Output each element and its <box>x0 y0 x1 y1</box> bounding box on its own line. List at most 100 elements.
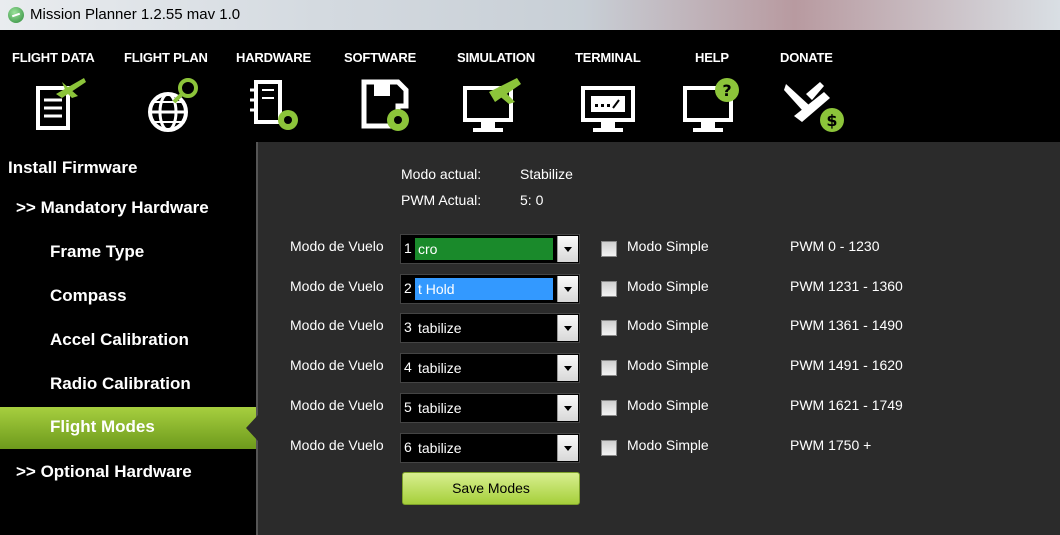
flight-mode-number: 4 <box>404 359 412 375</box>
menu-label: SIMULATION <box>457 50 535 65</box>
sidebar-item-label: >> Mandatory Hardware <box>16 198 209 217</box>
simple-mode-label: Modo Simple <box>627 437 709 453</box>
flight-mode-2-select[interactable]: 2 t Hold <box>400 274 580 304</box>
simple-mode-3-checkbox[interactable] <box>601 320 617 336</box>
sidebar-item-label: Radio Calibration <box>50 374 191 393</box>
chevron-down-icon[interactable] <box>557 315 578 341</box>
simple-mode-label: Modo Simple <box>627 317 709 333</box>
sidebar-item-label: Compass <box>50 286 127 305</box>
sidebar-item-mandatory-hardware[interactable]: >> Mandatory Hardware <box>0 188 256 230</box>
menu-hardware[interactable]: HARDWARE <box>236 30 336 142</box>
simple-mode-4-checkbox[interactable] <box>601 360 617 376</box>
main-menu: FLIGHT DATA FLIGHT PLAN HARDWARE SOFTWAR… <box>0 30 1060 142</box>
simple-mode-label: Modo Simple <box>627 357 709 373</box>
monitor-question-icon: ? <box>683 78 739 132</box>
chevron-down-icon[interactable] <box>557 435 578 461</box>
sidebar-item-label: >> Optional Hardware <box>16 462 192 481</box>
flight-mode-row-4: Modo de Vuelo 4 tabilize Modo Simple PWM… <box>258 351 1060 385</box>
flight-mode-row-6: Modo de Vuelo 6 tabilize Modo Simple PWM… <box>258 431 1060 465</box>
flight-mode-row-5: Modo de Vuelo 5 tabilize Modo Simple PWM… <box>258 391 1060 425</box>
svg-text:$: $ <box>826 111 837 130</box>
menu-flight-plan[interactable]: FLIGHT PLAN <box>124 30 224 142</box>
menu-label: FLIGHT PLAN <box>124 50 208 65</box>
current-pwm-value: 5: 0 <box>520 192 544 208</box>
flight-mode-row-3: Modo de Vuelo 3 tabilize Modo Simple PWM… <box>258 311 1060 345</box>
menu-label: HARDWARE <box>236 50 311 65</box>
flight-mode-label: Modo de Vuelo <box>290 397 384 413</box>
sidebar-item-label: Frame Type <box>50 242 145 261</box>
menu-label: FLIGHT DATA <box>12 50 95 65</box>
current-mode-value: Stabilize <box>520 166 573 182</box>
menu-label: TERMINAL <box>575 50 641 65</box>
menu-terminal[interactable]: TERMINAL <box>575 30 675 142</box>
simple-mode-label: Modo Simple <box>627 238 709 254</box>
flight-mode-6-value: tabilize <box>418 440 462 456</box>
menu-label: SOFTWARE <box>344 50 417 65</box>
sidebar-item-label: Flight Modes <box>50 417 155 436</box>
flight-mode-number: 1 <box>404 240 412 256</box>
menu-donate[interactable]: DONATE $ <box>780 30 870 142</box>
sidebar-item-label: Install Firmware <box>8 158 138 177</box>
simple-mode-6-checkbox[interactable] <box>601 440 617 456</box>
simple-mode-label: Modo Simple <box>627 278 709 294</box>
chevron-down-icon[interactable] <box>557 355 578 381</box>
flight-modes-panel: Modo actual: Stabilize PWM Actual: 5: 0 … <box>258 142 1060 535</box>
flight-mode-row-2: Modo de Vuelo 2 t Hold Modo Simple PWM 1… <box>258 272 1060 306</box>
menu-label: DONATE <box>780 50 833 65</box>
flight-mode-number: 5 <box>404 399 412 415</box>
flight-mode-5-value: tabilize <box>418 400 462 416</box>
menu-flight-data[interactable]: FLIGHT DATA <box>12 30 117 142</box>
menu-label: HELP <box>695 50 729 65</box>
flight-mode-4-value: tabilize <box>418 360 462 376</box>
globe-pin-icon <box>148 78 198 132</box>
window-title: Mission Planner 1.2.55 mav 1.0 <box>30 6 241 23</box>
pwm-range-3: PWM 1361 - 1490 <box>790 317 903 333</box>
chevron-down-icon[interactable] <box>557 395 578 421</box>
plane-dollar-icon: $ <box>784 82 844 132</box>
current-pwm-label: PWM Actual: <box>401 192 482 208</box>
svg-text:?: ? <box>722 81 731 100</box>
simple-mode-5-checkbox[interactable] <box>601 400 617 416</box>
sidebar-item-flight-modes[interactable]: Flight Modes <box>0 407 258 449</box>
sidebar-item-compass[interactable]: Compass <box>0 276 256 318</box>
menu-software[interactable]: SOFTWARE <box>344 30 444 142</box>
chevron-down-icon[interactable] <box>557 236 578 262</box>
flight-mode-5-select[interactable]: 5 tabilize <box>400 393 580 423</box>
menu-simulation[interactable]: SIMULATION <box>457 30 557 142</box>
sidebar-item-radio-calibration[interactable]: Radio Calibration <box>0 364 256 406</box>
save-modes-button[interactable]: Save Modes <box>402 472 580 505</box>
pwm-range-4: PWM 1491 - 1620 <box>790 357 903 373</box>
simple-mode-label: Modo Simple <box>627 397 709 413</box>
pwm-range-6: PWM 1750 + <box>790 437 872 453</box>
current-mode-label: Modo actual: <box>401 166 482 182</box>
flight-mode-row-1: Modo de Vuelo 1 cro Modo Simple PWM 0 - … <box>258 232 1060 266</box>
flight-mode-3-select[interactable]: 3 tabilize <box>400 313 580 343</box>
flight-mode-6-select[interactable]: 6 tabilize <box>400 433 580 463</box>
title-bar: Mission Planner 1.2.55 mav 1.0 <box>0 0 1060 31</box>
active-indicator-arrow <box>246 415 258 441</box>
sidebar-item-install-firmware[interactable]: Install Firmware <box>0 148 256 190</box>
sidebar-item-optional-hardware[interactable]: >> Optional Hardware <box>0 452 256 494</box>
sidebar-item-label: Accel Calibration <box>50 330 189 349</box>
flight-mode-label: Modo de Vuelo <box>290 437 384 453</box>
flight-mode-number: 6 <box>404 439 412 455</box>
monitor-plane-icon <box>463 78 521 132</box>
save-gear-icon <box>361 79 409 131</box>
flight-mode-number: 3 <box>404 319 412 335</box>
flight-mode-4-select[interactable]: 4 tabilize <box>400 353 580 383</box>
pwm-range-1: PWM 0 - 1230 <box>790 238 880 254</box>
flight-mode-3-value: tabilize <box>418 320 462 336</box>
flight-data-icon <box>36 78 86 130</box>
hardware-gear-icon <box>250 80 298 130</box>
flight-mode-2-value: t Hold <box>415 278 553 300</box>
menu-help[interactable]: HELP ? <box>683 30 775 142</box>
simple-mode-2-checkbox[interactable] <box>601 281 617 297</box>
sidebar-item-accel-calibration[interactable]: Accel Calibration <box>0 320 256 362</box>
simple-mode-1-checkbox[interactable] <box>601 241 617 257</box>
chevron-down-icon[interactable] <box>557 276 578 302</box>
sidebar-item-frame-type[interactable]: Frame Type <box>0 232 256 274</box>
flight-mode-1-value: cro <box>415 238 553 260</box>
pwm-range-2: PWM 1231 - 1360 <box>790 278 903 294</box>
flight-mode-label: Modo de Vuelo <box>290 317 384 333</box>
flight-mode-1-select[interactable]: 1 cro <box>400 234 580 264</box>
